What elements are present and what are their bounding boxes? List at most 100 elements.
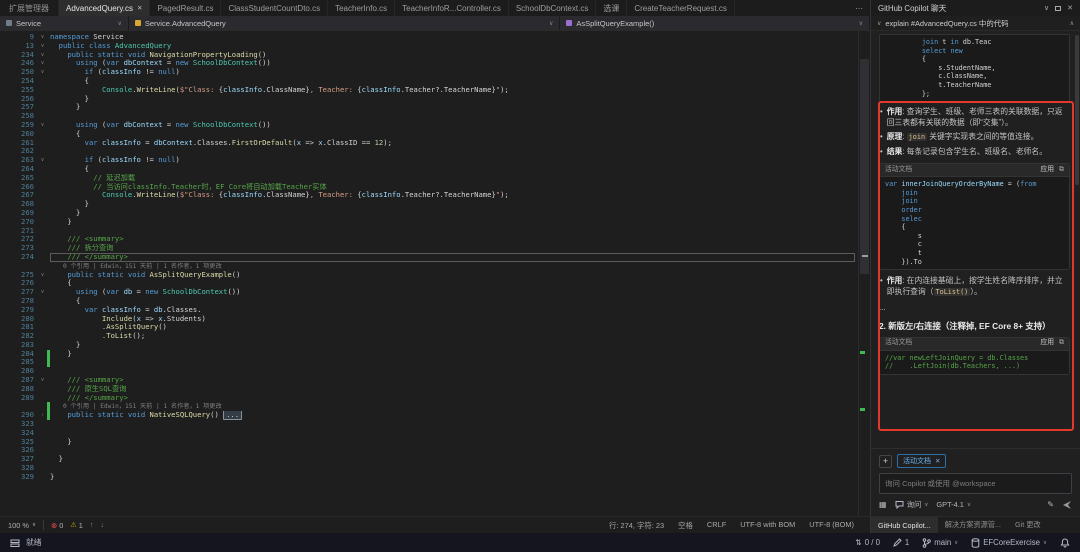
add-context-button[interactable]: + bbox=[879, 454, 892, 468]
send-icon[interactable] bbox=[1062, 500, 1072, 510]
code-text: public static void NavigationPropertyLoa… bbox=[67, 50, 267, 59]
code-editor[interactable]: 9 ∨ namespace Service 13 ∨ public class Adva… bbox=[0, 31, 870, 516]
code-line: join bbox=[901, 197, 918, 206]
chat-controls: ▦ 询问 ∨ GPT-4.1 ∨ ✎ bbox=[879, 499, 1072, 510]
ask-label: 询问 bbox=[906, 500, 922, 509]
editor-tab[interactable]: SchoolDbContext.cs bbox=[509, 0, 597, 16]
member-dropdown[interactable]: AsSplitQueryExample() ∨ bbox=[560, 16, 869, 30]
chip-close-icon[interactable]: ✕ bbox=[935, 457, 940, 465]
code-line: { bbox=[885, 223, 906, 232]
code-line: 9 ∨ namespace Service bbox=[0, 32, 858, 42]
git-repo[interactable]: EFCoreExercise ∨ bbox=[971, 537, 1047, 548]
code-text: { bbox=[50, 296, 81, 305]
fold-marker bbox=[38, 341, 47, 350]
scrollbar-thumb[interactable] bbox=[860, 59, 869, 274]
panel-tab[interactable]: GitHub Copilot... bbox=[871, 517, 938, 533]
close-icon[interactable]: ✕ bbox=[1067, 4, 1073, 12]
line-number: 289 bbox=[21, 392, 34, 402]
quill-icon[interactable]: ✎ bbox=[1047, 500, 1054, 509]
arrow-up-icon[interactable]: ↑ bbox=[90, 522, 94, 529]
fold-marker[interactable]: ∨ bbox=[38, 156, 47, 165]
editor-tab[interactable]: PagedResult.cs bbox=[150, 0, 222, 16]
code-line: 284 } bbox=[0, 349, 858, 359]
fold-marker[interactable]: ∨ bbox=[38, 68, 47, 77]
fold-marker[interactable]: › bbox=[38, 411, 47, 420]
ask-mode-dropdown[interactable]: 询问 ∨ bbox=[895, 499, 928, 510]
chat-scrollbar[interactable] bbox=[1075, 35, 1079, 185]
tab-label: TeacherInfoR...Controller.cs bbox=[402, 3, 501, 13]
panel-tab[interactable]: 解决方案资源管... bbox=[938, 517, 1008, 533]
warning-count[interactable]: ⚠ 1 bbox=[70, 521, 82, 530]
bullet-dot-icon: • bbox=[880, 132, 883, 142]
status-item[interactable]: UTF-8 (BOM) bbox=[809, 520, 854, 531]
code-view[interactable]: 9 ∨ namespace Service 13 ∨ public class Adva… bbox=[0, 31, 858, 516]
tab-overflow-icon[interactable]: ⋯ bbox=[848, 0, 870, 16]
fold-marker[interactable]: ∨ bbox=[38, 376, 47, 385]
zoom-dropdown[interactable]: 100 % ∨ bbox=[8, 521, 36, 530]
status-item[interactable]: CRLF bbox=[707, 520, 726, 531]
editor-tab[interactable]: AdvancedQuery.cs ✕ bbox=[59, 0, 151, 16]
fold-marker[interactable]: ∨ bbox=[38, 51, 47, 60]
code-text: using (var dbContext = new SchoolDbConte… bbox=[75, 59, 271, 68]
editor-tab[interactable]: ClassStudentCountDto.cs bbox=[221, 0, 329, 16]
panel-tab[interactable]: Git 更改 bbox=[1008, 517, 1048, 533]
bullet-list: • 作用: 在内连接基础上，按学生姓名降序排序，并立即执行查询（ ToList()）… bbox=[880, 276, 1070, 297]
chevron-down-icon: ∨ bbox=[954, 539, 959, 546]
editor-tab[interactable]: CreateTeacherRequest.cs bbox=[627, 0, 735, 16]
code-text: { bbox=[50, 76, 89, 85]
fold-marker[interactable]: ∨ bbox=[38, 42, 47, 51]
apply-button[interactable]: 应用 bbox=[1040, 338, 1054, 349]
fold-marker[interactable]: ∨ bbox=[38, 121, 47, 130]
copy-icon[interactable]: ⧉ bbox=[1059, 165, 1064, 176]
status-item[interactable]: UTF-8 with BOM bbox=[740, 520, 795, 531]
pending-edits[interactable]: 1 bbox=[893, 538, 909, 547]
fold-marker[interactable]: ∨ bbox=[38, 288, 47, 297]
context-chip[interactable]: 活动文档 ✕ bbox=[897, 454, 947, 468]
fold-marker[interactable]: ∨ bbox=[38, 271, 47, 280]
code-line: 323 bbox=[0, 419, 858, 429]
sync-status[interactable]: ⇅ 0 / 0 bbox=[855, 538, 880, 547]
copilot-prompt-row[interactable]: ∨ explain #AdvancedQuery.cs 中的代码 ∧ bbox=[870, 16, 1080, 30]
status-item[interactable]: 行: 274, 字符: 23 bbox=[609, 520, 664, 531]
git-branch[interactable]: main ∨ bbox=[922, 537, 959, 548]
codelens-text[interactable]: 0 个引用 | Edwin，151 天前 | 1 名作者，1 项更改 bbox=[50, 403, 222, 410]
attach-image-icon[interactable]: ▦ bbox=[879, 500, 887, 509]
code-line: t.TeacherName bbox=[885, 80, 992, 89]
tab-close-icon[interactable]: ✕ bbox=[137, 4, 142, 12]
code-line: 262 bbox=[0, 147, 858, 156]
fold-marker bbox=[38, 174, 47, 183]
code-text: public static void NativeSQLQuery() ... bbox=[50, 411, 858, 421]
fold-marker bbox=[38, 183, 47, 192]
editor-tab[interactable]: 选课 bbox=[596, 0, 628, 16]
fold-marker bbox=[38, 103, 47, 112]
codelens-text[interactable]: 0 个引用 | Edwin，151 天前 | 1 名作者，1 项更改 bbox=[50, 263, 222, 270]
status-item[interactable]: 空格 bbox=[678, 520, 693, 531]
bullet-label: 结果 bbox=[886, 146, 903, 156]
chevron-down-icon[interactable]: ∨ bbox=[1044, 4, 1049, 12]
editor-tab[interactable]: TeacherInfo.cs bbox=[328, 0, 396, 16]
editor-scrollbar[interactable] bbox=[858, 31, 870, 516]
dock-icon[interactable] bbox=[1055, 5, 1062, 11]
extension-manager-label[interactable]: 扩展管理器 bbox=[0, 0, 59, 16]
code-line: 254 { bbox=[0, 76, 858, 86]
type-dropdown[interactable]: Service.AdvancedQuery ∨ bbox=[128, 16, 560, 30]
copilot-chat-input[interactable] bbox=[879, 473, 1072, 494]
copy-icon[interactable]: ⧉ bbox=[1059, 338, 1064, 349]
apply-button[interactable]: 应用 bbox=[1040, 165, 1054, 176]
arrow-down-icon[interactable]: ↓ bbox=[100, 522, 104, 529]
chevron-up-icon[interactable]: ∧ bbox=[1070, 20, 1074, 27]
edits-count: 1 bbox=[904, 538, 910, 547]
code-line: 329} bbox=[0, 472, 858, 482]
fold-marker[interactable]: ∨ bbox=[38, 59, 47, 68]
bell-icon[interactable] bbox=[1060, 537, 1070, 548]
code-line: { bbox=[885, 55, 926, 64]
editor-tab[interactable]: TeacherInfoR...Controller.cs bbox=[395, 0, 509, 16]
project-dropdown[interactable]: Service ∨ bbox=[0, 16, 128, 30]
bullet-text: 结果: 每条记录包含学生名、班级名、老师名。 bbox=[886, 146, 1048, 156]
fold-marker[interactable]: ∨ bbox=[38, 33, 47, 42]
error-count[interactable]: ⊗ 0 bbox=[51, 521, 63, 530]
code-line: c.ClassName, bbox=[885, 72, 988, 81]
model-dropdown[interactable]: GPT-4.1 ∨ bbox=[936, 500, 971, 509]
code-text: var classInfo = db.Classes. bbox=[84, 305, 202, 314]
background-tasks-icon[interactable] bbox=[10, 538, 20, 548]
